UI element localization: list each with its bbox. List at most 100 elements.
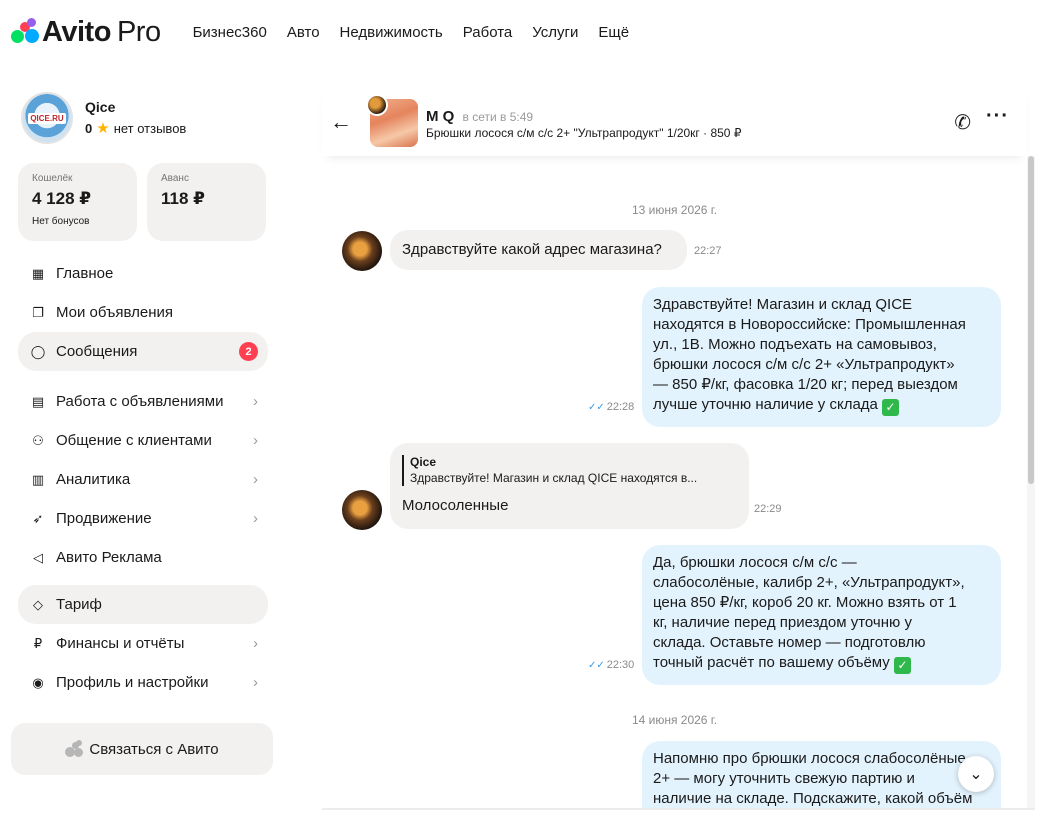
sidebar: QICE.RU Qice 0 ★ нет отзывов Кошелёк 4 1… [0,64,290,822]
sidebar-item-label: Авито Реклама [56,549,162,566]
message-line: ул., 1В. Можно подъехать на самовывоз, [653,336,937,353]
message-line: лучше уточню наличие у склада [653,396,878,413]
sidebar-item-label: Мои объявления [56,304,173,321]
message-outgoing[interactable]: Да, брюшки лосося с/м с/с — слабосолёные… [642,545,1001,685]
sidebar-item-label: Сообщения [56,343,138,360]
profile-name: Qice [85,99,116,115]
avito-pro-logo[interactable]: Avito Pro [11,16,161,49]
sidebar-item-label: Продвижение [56,510,152,527]
message-line-last: лучше уточню наличие у склада ✓ [653,395,990,416]
sidebar-item-tariff[interactable]: ◇ Тариф [18,585,268,624]
phone-icon[interactable]: ✆ [954,110,971,135]
message-line: склада. Оставьте номер — подготовлю [653,634,926,651]
sidebar-item-label: Тариф [56,596,102,613]
brand-suffix: Pro [116,15,161,48]
ruble-icon: ₽ [33,635,43,651]
chevron-right-icon: › [253,510,258,527]
message-incoming[interactable]: Здравствуйте какой адрес магазина? [390,230,687,270]
date-separator: 13 июня 2026 г. [631,203,718,217]
chevron-right-icon: › [253,674,258,691]
sidebar-item-profile-settings[interactable]: ◉ Профиль и настройки › [18,663,268,702]
nav-business360[interactable]: Бизнес360 [193,24,267,41]
message-line: слабосолёные, калибр 2+, «Ультрапродукт»… [653,574,965,591]
message-line: Напомню про брюшки лосося слабосолёные [653,750,966,767]
contact-status: в сети в 5:49 [462,110,534,124]
nav-services[interactable]: Услуги [532,24,578,41]
sidebar-item-label: Главное [56,265,114,282]
message-time: 22:30 [606,659,635,671]
top-navigation: Avito Pro Бизнес360 Авто Недвижимость Ра… [0,0,1053,64]
contact-avatar[interactable] [342,490,382,530]
double-check-icon: ✓✓ [588,402,605,413]
message-time-row: ✓✓ 22:28 [588,401,634,413]
contact-name-line[interactable]: M Q в сети в 5:49 [426,108,533,125]
nav-jobs[interactable]: Работа [463,24,513,41]
date-separator: 14 июня 2026 г. [631,713,718,727]
sidebar-item-clients[interactable]: ⚇ Общение с клиентами › [18,421,268,460]
check-mark-icon: ✓ [893,657,911,674]
message-list: 13 июня 2026 г. Здравствуйте какой адрес… [322,156,1027,808]
advance-label: Аванс [161,173,189,184]
message-line-last: точный расчёт по вашему объёму ✓ [653,653,990,674]
chevron-down-icon[interactable]: ⌄ [958,756,994,792]
sidebar-item-label: Аналитика [56,471,131,488]
grid-icon: ▦ [31,265,45,281]
sidebar-item-messages[interactable]: ◯ Сообщения 2 [18,332,268,371]
message-line: находятся в Новороссийске: Промышленная [653,316,966,333]
message-line: 2+ — могу уточнить свежую партию и [653,770,915,787]
sidebar-item-promotion[interactable]: ➶ Продвижение › [18,499,268,538]
users-icon: ⚇ [32,432,44,448]
wallet-card[interactable]: Кошелёк 4 128 ₽ Нет бонусов [18,163,137,241]
diamond-icon: ◇ [33,596,43,612]
shop-avatar[interactable]: QICE.RU [21,92,73,144]
message-outgoing[interactable]: Напомню про брюшки лосося слабосолёные 2… [642,741,1001,808]
scrollbar-thumb[interactable] [1028,156,1034,484]
message-outgoing[interactable]: Здравствуйте! Магазин и склад QICE наход… [642,287,1001,427]
sidebar-item-finance[interactable]: ₽ Финансы и отчёты › [18,624,268,663]
scrollbar[interactable] [1027,156,1035,808]
chevron-right-icon: › [253,393,258,410]
message-time: 22:29 [754,503,782,515]
sidebar-item-main[interactable]: ▦ Главное [18,254,268,293]
bar-chart-icon: ▥ [31,471,45,487]
avito-dots-icon [11,18,39,46]
message-line: брюшки лосося с/м с/с 2+ «Ультрапродукт» [653,356,955,373]
sidebar-item-analytics[interactable]: ▥ Аналитика › [18,460,268,499]
arrow-left-icon[interactable]: ← [330,109,352,135]
contact-name: M Q [426,108,455,125]
unread-badge: 2 [239,342,258,361]
message-incoming-reply[interactable]: Qice Здравствуйте! Магазин и склад QICE … [390,443,749,529]
message-time: 22:28 [606,401,635,413]
advance-card[interactable]: Аванс 118 ₽ [147,163,266,241]
wallet-value: 4 128 ₽ [32,189,92,208]
chevron-right-icon: › [253,471,258,488]
megaphone-icon: ◁ [33,549,43,565]
message-line: кг, наличие перед приездом уточню у [653,614,912,631]
nav-realty[interactable]: Недвижимость [340,24,443,41]
item-title[interactable]: Брюшки лосося с/м с/с 2+ "Ультрапродукт"… [426,126,741,140]
contact-avatar-small [366,94,388,116]
divider [322,808,1035,810]
contact-avito-button[interactable]: Связаться с Авито [11,723,273,775]
sidebar-item-ads-work[interactable]: ▤ Работа с объявлениями › [18,382,268,421]
quoted-message[interactable]: Qice Здравствуйте! Магазин и склад QICE … [402,455,737,486]
message-text: Здравствуйте какой адрес магазина? [402,241,662,258]
sidebar-item-avito-ads[interactable]: ◁ Авито Реклама [18,538,268,577]
quote-text: Здравствуйте! Магазин и склад QICE наход… [410,471,698,485]
contact-avito-label: Связаться с Авито [89,740,219,758]
message-line: Здравствуйте! Магазин и склад QICE [653,296,913,313]
profile-rating[interactable]: 0 ★ нет отзывов [85,119,186,137]
contact-avatar[interactable] [342,231,382,271]
sidebar-menu: ▦ Главное ❐ Мои объявления ◯ Сообщения 2… [18,254,268,702]
sidebar-item-label: Общение с клиентами [56,432,212,449]
reviews-text: нет отзывов [113,120,187,136]
profile-block[interactable]: QICE.RU Qice 0 ★ нет отзывов [21,92,186,144]
message-time-row: ✓✓ 22:30 [588,659,634,671]
message-line: цена 850 ₽/кг, короб 20 кг. Можно взять … [653,594,957,611]
sidebar-item-my-ads[interactable]: ❐ Мои объявления [18,293,268,332]
more-dots-icon[interactable]: ··· [986,105,1009,128]
chevron-right-icon: › [253,432,258,449]
wallet-sub: Нет бонусов [32,216,90,227]
nav-more[interactable]: Ещё [598,24,629,41]
nav-auto[interactable]: Авто [287,24,320,41]
